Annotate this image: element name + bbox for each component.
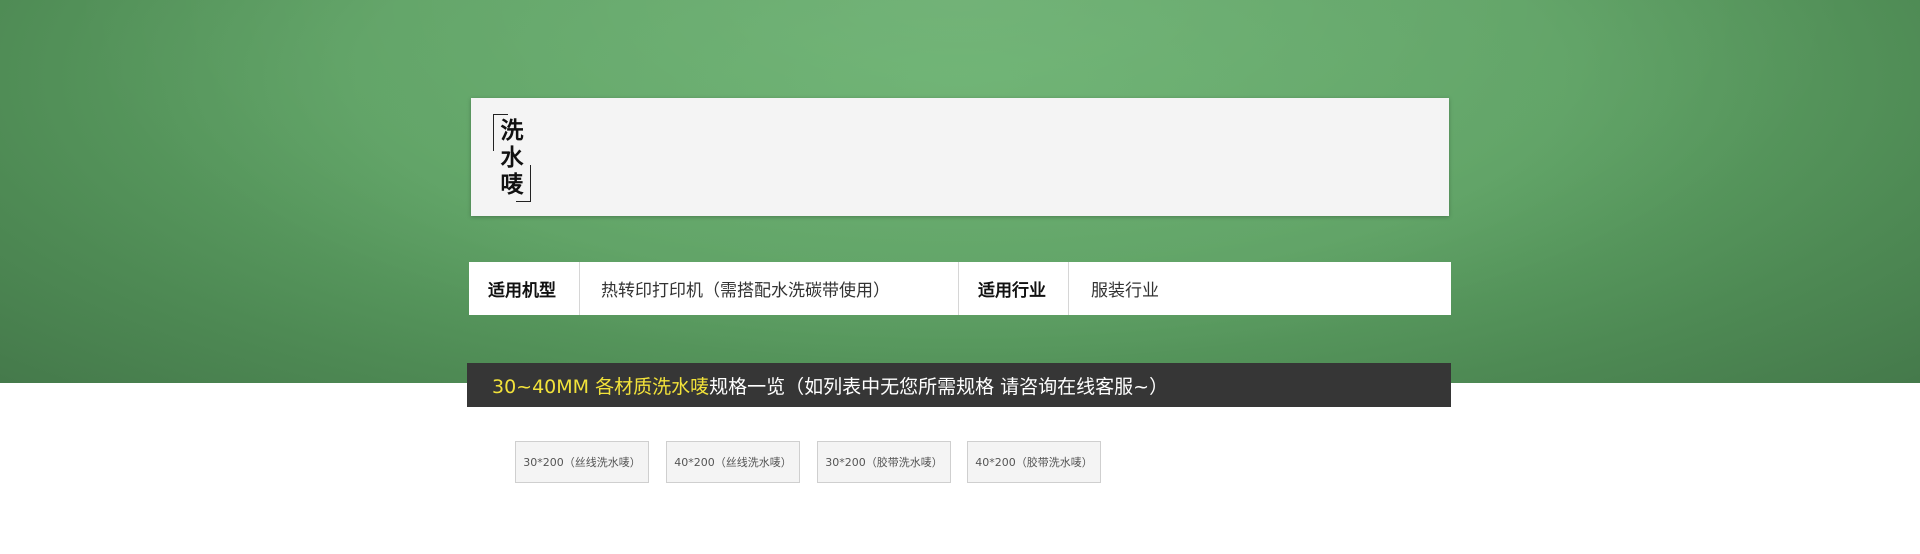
model-value: 热转印打印机（需搭配水洗碳带使用）: [580, 262, 959, 315]
spec-chip-30-silk[interactable]: 30*200（丝线洗水唛）: [515, 441, 649, 483]
model-label: 适用机型: [469, 262, 580, 315]
spec-chip-30-tape[interactable]: 30*200（胶带洗水唛）: [817, 441, 951, 483]
title-card: 洗水唛: [471, 98, 1449, 216]
banner-highlight: 30~40MM 各材质洗水唛: [492, 375, 710, 398]
industry-label: 适用行业: [959, 262, 1069, 315]
spec-table: 适用机型 热转印打印机（需搭配水洗碳带使用） 适用行业 服装行业: [469, 262, 1451, 315]
spec-chip-40-silk[interactable]: 40*200（丝线洗水唛）: [666, 441, 800, 483]
industry-value: 服装行业: [1091, 281, 1159, 301]
spec-banner: 30~40MM 各材质洗水唛 规格一览（如列表中无您所需规格 请咨询在线客服~）: [467, 363, 1451, 407]
banner-text: 规格一览（如列表中无您所需规格 请咨询在线客服~）: [709, 375, 1169, 398]
title-mark: 洗水唛: [493, 114, 531, 202]
page-title: 洗水唛: [500, 118, 524, 198]
spec-chip-40-tape[interactable]: 40*200（胶带洗水唛）: [967, 441, 1101, 483]
